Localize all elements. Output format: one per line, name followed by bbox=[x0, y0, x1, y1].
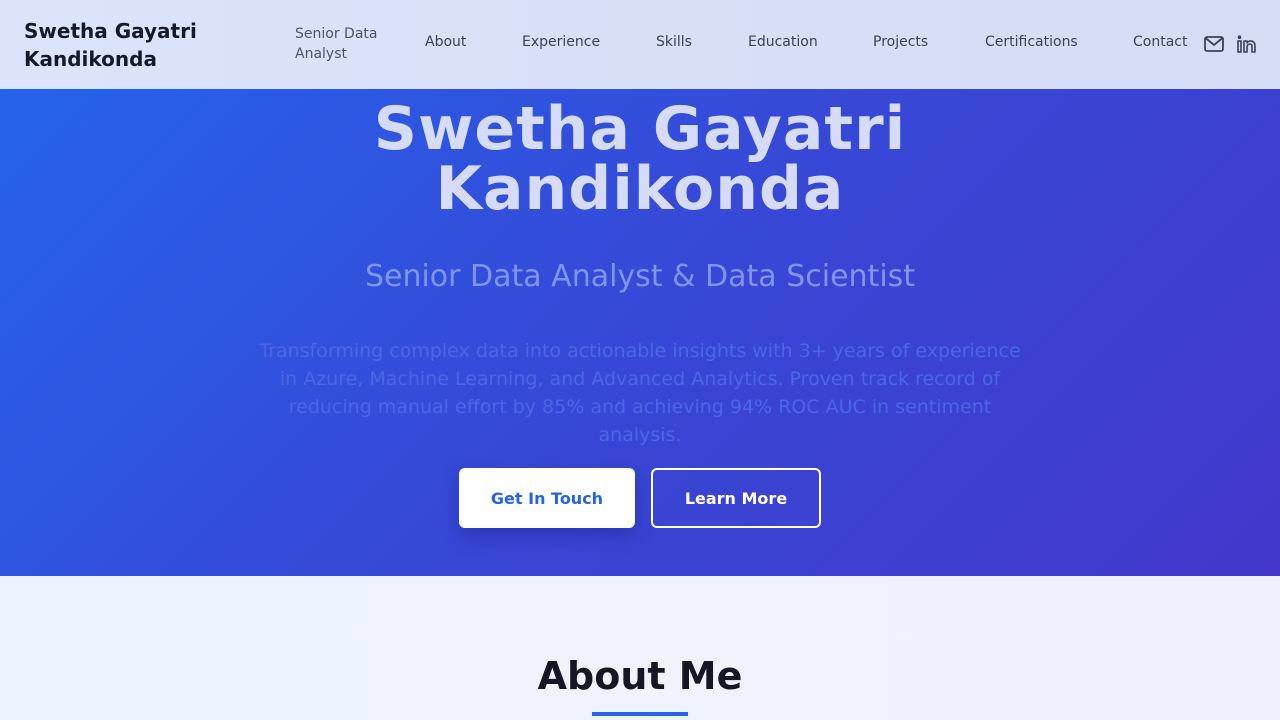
brand-name[interactable]: Swetha Gayatri Kandikonda bbox=[24, 17, 264, 73]
get-in-touch-button[interactable]: Get In Touch bbox=[459, 468, 635, 528]
nav-contact[interactable]: Contact bbox=[1133, 34, 1187, 50]
about-title-underline bbox=[592, 712, 688, 716]
site-header: Swetha Gayatri Kandikonda Senior Data An… bbox=[0, 0, 1280, 89]
hero-title-line2: Kandikonda bbox=[435, 154, 845, 224]
nav-about[interactable]: About bbox=[425, 34, 466, 50]
nav-education[interactable]: Education bbox=[748, 34, 818, 50]
hero-section: Swetha Gayatri Kandikonda Senior Data An… bbox=[0, 89, 1280, 576]
nav-skills[interactable]: Skills bbox=[656, 34, 692, 50]
hero-title: Swetha Gayatri Kandikonda bbox=[0, 99, 1280, 219]
learn-more-button[interactable]: Learn More bbox=[651, 468, 821, 528]
about-section: About Me bbox=[0, 576, 1280, 720]
mail-icon[interactable] bbox=[1203, 33, 1225, 55]
nav-projects[interactable]: Projects bbox=[873, 34, 928, 50]
hero-title-line1: Swetha Gayatri bbox=[373, 94, 907, 164]
linkedin-icon[interactable] bbox=[1235, 33, 1257, 55]
nav-certifications[interactable]: Certifications bbox=[985, 34, 1078, 50]
hero-description: Transforming complex data into actionabl… bbox=[259, 340, 1021, 446]
about-title: About Me bbox=[537, 654, 743, 698]
header-tagline: Senior Data Analyst bbox=[295, 26, 378, 62]
nav-experience[interactable]: Experience bbox=[522, 34, 600, 50]
hero-subtitle: Senior Data Analyst & Data Scientist bbox=[364, 259, 916, 294]
